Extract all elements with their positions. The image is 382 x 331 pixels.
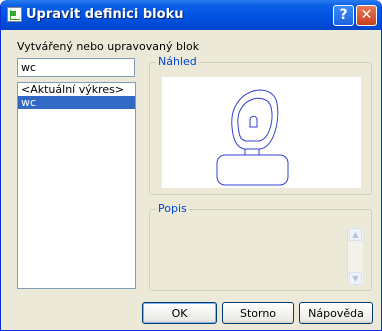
window-title: Upravit definici bloku: [26, 7, 184, 22]
ok-button[interactable]: OK: [142, 302, 217, 324]
help-button[interactable]: Nápověda: [299, 302, 373, 324]
list-item[interactable]: <Aktuální výkres>: [18, 83, 135, 96]
description-caption: Popis: [156, 202, 189, 215]
cancel-button[interactable]: Storno: [222, 302, 294, 324]
list-item[interactable]: wc: [18, 96, 135, 109]
dialog-window: Upravit definici bloku ? ✕ Vytvářený neb…: [0, 0, 382, 331]
preview-group: Náhled: [149, 55, 372, 195]
close-button[interactable]: ✕: [356, 5, 377, 26]
block-preview-drawing: [216, 89, 289, 186]
scroll-down-icon[interactable]: ▼: [349, 272, 362, 285]
app-icon: [7, 7, 22, 22]
description-scrollbar[interactable]: ▲ ▼: [347, 228, 363, 285]
description-area[interactable]: ▲ ▼: [154, 218, 363, 285]
preview-area: [162, 77, 361, 188]
preview-caption: Náhled: [156, 55, 199, 68]
help-title-button[interactable]: ?: [333, 5, 354, 26]
scroll-up-icon[interactable]: ▲: [349, 228, 362, 241]
title-bar[interactable]: Upravit definici bloku ? ✕: [1, 0, 381, 30]
block-listbox[interactable]: <Aktuální výkres> wc: [17, 82, 136, 289]
block-label: Vytvářený nebo upravovaný blok: [17, 40, 200, 53]
description-group: Popis ▲ ▼: [149, 202, 372, 291]
block-name-input[interactable]: [17, 58, 135, 77]
